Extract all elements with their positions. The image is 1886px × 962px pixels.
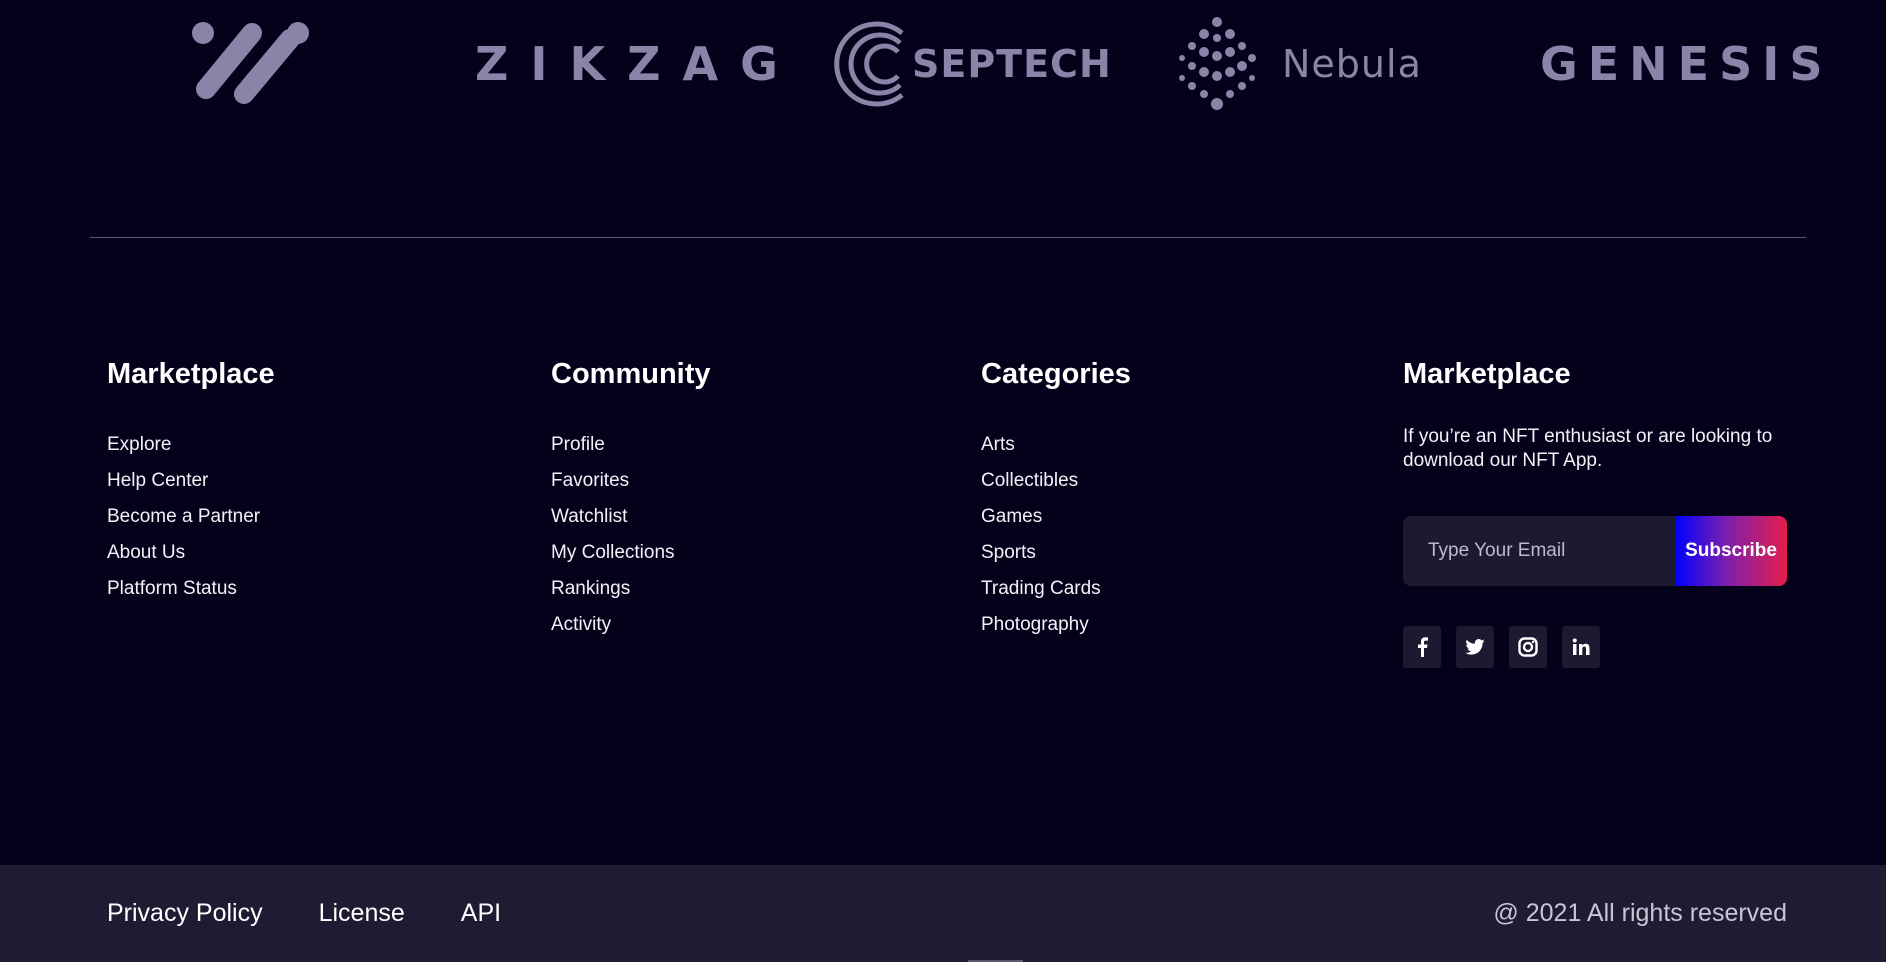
instagram-icon[interactable] <box>1509 626 1547 668</box>
link-rankings[interactable]: Rankings <box>551 571 711 607</box>
twitter-icon[interactable] <box>1456 626 1494 668</box>
link-platform-status[interactable]: Platform Status <box>107 571 275 607</box>
section-divider <box>90 237 1806 238</box>
link-activity[interactable]: Activity <box>551 607 711 643</box>
nebula-logo: Nebula <box>1174 14 1422 114</box>
categories-links: Arts Collectibles Games Sports Trading C… <box>981 427 1131 643</box>
link-explore[interactable]: Explore <box>107 427 275 463</box>
marketplace-heading: Marketplace <box>107 358 275 390</box>
nebula-logo-text: Nebula <box>1282 42 1422 86</box>
zikzag-logo-text: ZIKZAG <box>475 37 800 91</box>
community-heading: Community <box>551 358 711 390</box>
community-links: Profile Favorites Watchlist My Collectio… <box>551 427 711 643</box>
newsletter-heading: Marketplace <box>1403 358 1571 390</box>
link-become-partner[interactable]: Become a Partner <box>107 499 275 535</box>
link-favorites[interactable]: Favorites <box>551 463 711 499</box>
bottom-bar: Privacy Policy License API @ 2021 All ri… <box>0 865 1886 962</box>
zz-mark-logo <box>190 14 320 114</box>
link-my-collections[interactable]: My Collections <box>551 535 711 571</box>
link-sports[interactable]: Sports <box>981 535 1131 571</box>
license-link[interactable]: License <box>319 899 405 928</box>
community-column: Community Profile Favorites Watchlist My… <box>551 356 711 643</box>
subscribe-button[interactable]: Subscribe <box>1675 516 1787 586</box>
link-games[interactable]: Games <box>981 499 1131 535</box>
zikzag-logo: ZIKZAG <box>475 14 800 114</box>
link-arts[interactable]: Arts <box>981 427 1131 463</box>
privacy-policy-link[interactable]: Privacy Policy <box>107 899 263 928</box>
link-about-us[interactable]: About Us <box>107 535 275 571</box>
partner-logos: ZIKZAG SEPTECH Nebula GENESIS <box>0 0 1886 130</box>
marketplace-links: Explore Help Center Become a Partner Abo… <box>107 427 275 607</box>
categories-column: Categories Arts Collectibles Games Sport… <box>981 356 1131 643</box>
newsletter-description: If you’re an NFT enthusiast or are looki… <box>1403 426 1773 471</box>
facebook-icon[interactable] <box>1403 626 1441 668</box>
genesis-logo-text: GENESIS <box>1540 37 1833 91</box>
slash-mark-icon <box>192 22 309 104</box>
septech-logo: SEPTECH <box>832 14 1112 114</box>
septech-logo-text: SEPTECH <box>912 42 1112 86</box>
nebula-dots-icon <box>1179 17 1256 110</box>
copyright-text: @ 2021 All rights reserved <box>1493 899 1787 927</box>
legal-links: Privacy Policy License API <box>107 865 501 962</box>
social-links <box>1403 626 1793 668</box>
categories-heading: Categories <box>981 358 1131 390</box>
marketplace-column: Marketplace Explore Help Center Become a… <box>107 356 275 607</box>
link-collectibles[interactable]: Collectibles <box>981 463 1131 499</box>
genesis-logo: GENESIS <box>1540 14 1832 114</box>
linkedin-icon[interactable] <box>1562 626 1600 668</box>
email-input[interactable] <box>1403 516 1675 586</box>
subscribe-form: Subscribe <box>1403 516 1787 586</box>
api-link[interactable]: API <box>461 899 501 928</box>
link-trading-cards[interactable]: Trading Cards <box>981 571 1131 607</box>
newsletter-column: Marketplace If you’re an NFT enthusiast … <box>1403 356 1793 668</box>
link-watchlist[interactable]: Watchlist <box>551 499 711 535</box>
link-help-center[interactable]: Help Center <box>107 463 275 499</box>
link-photography[interactable]: Photography <box>981 607 1131 643</box>
septech-rings-icon <box>834 21 904 107</box>
link-profile[interactable]: Profile <box>551 427 711 463</box>
